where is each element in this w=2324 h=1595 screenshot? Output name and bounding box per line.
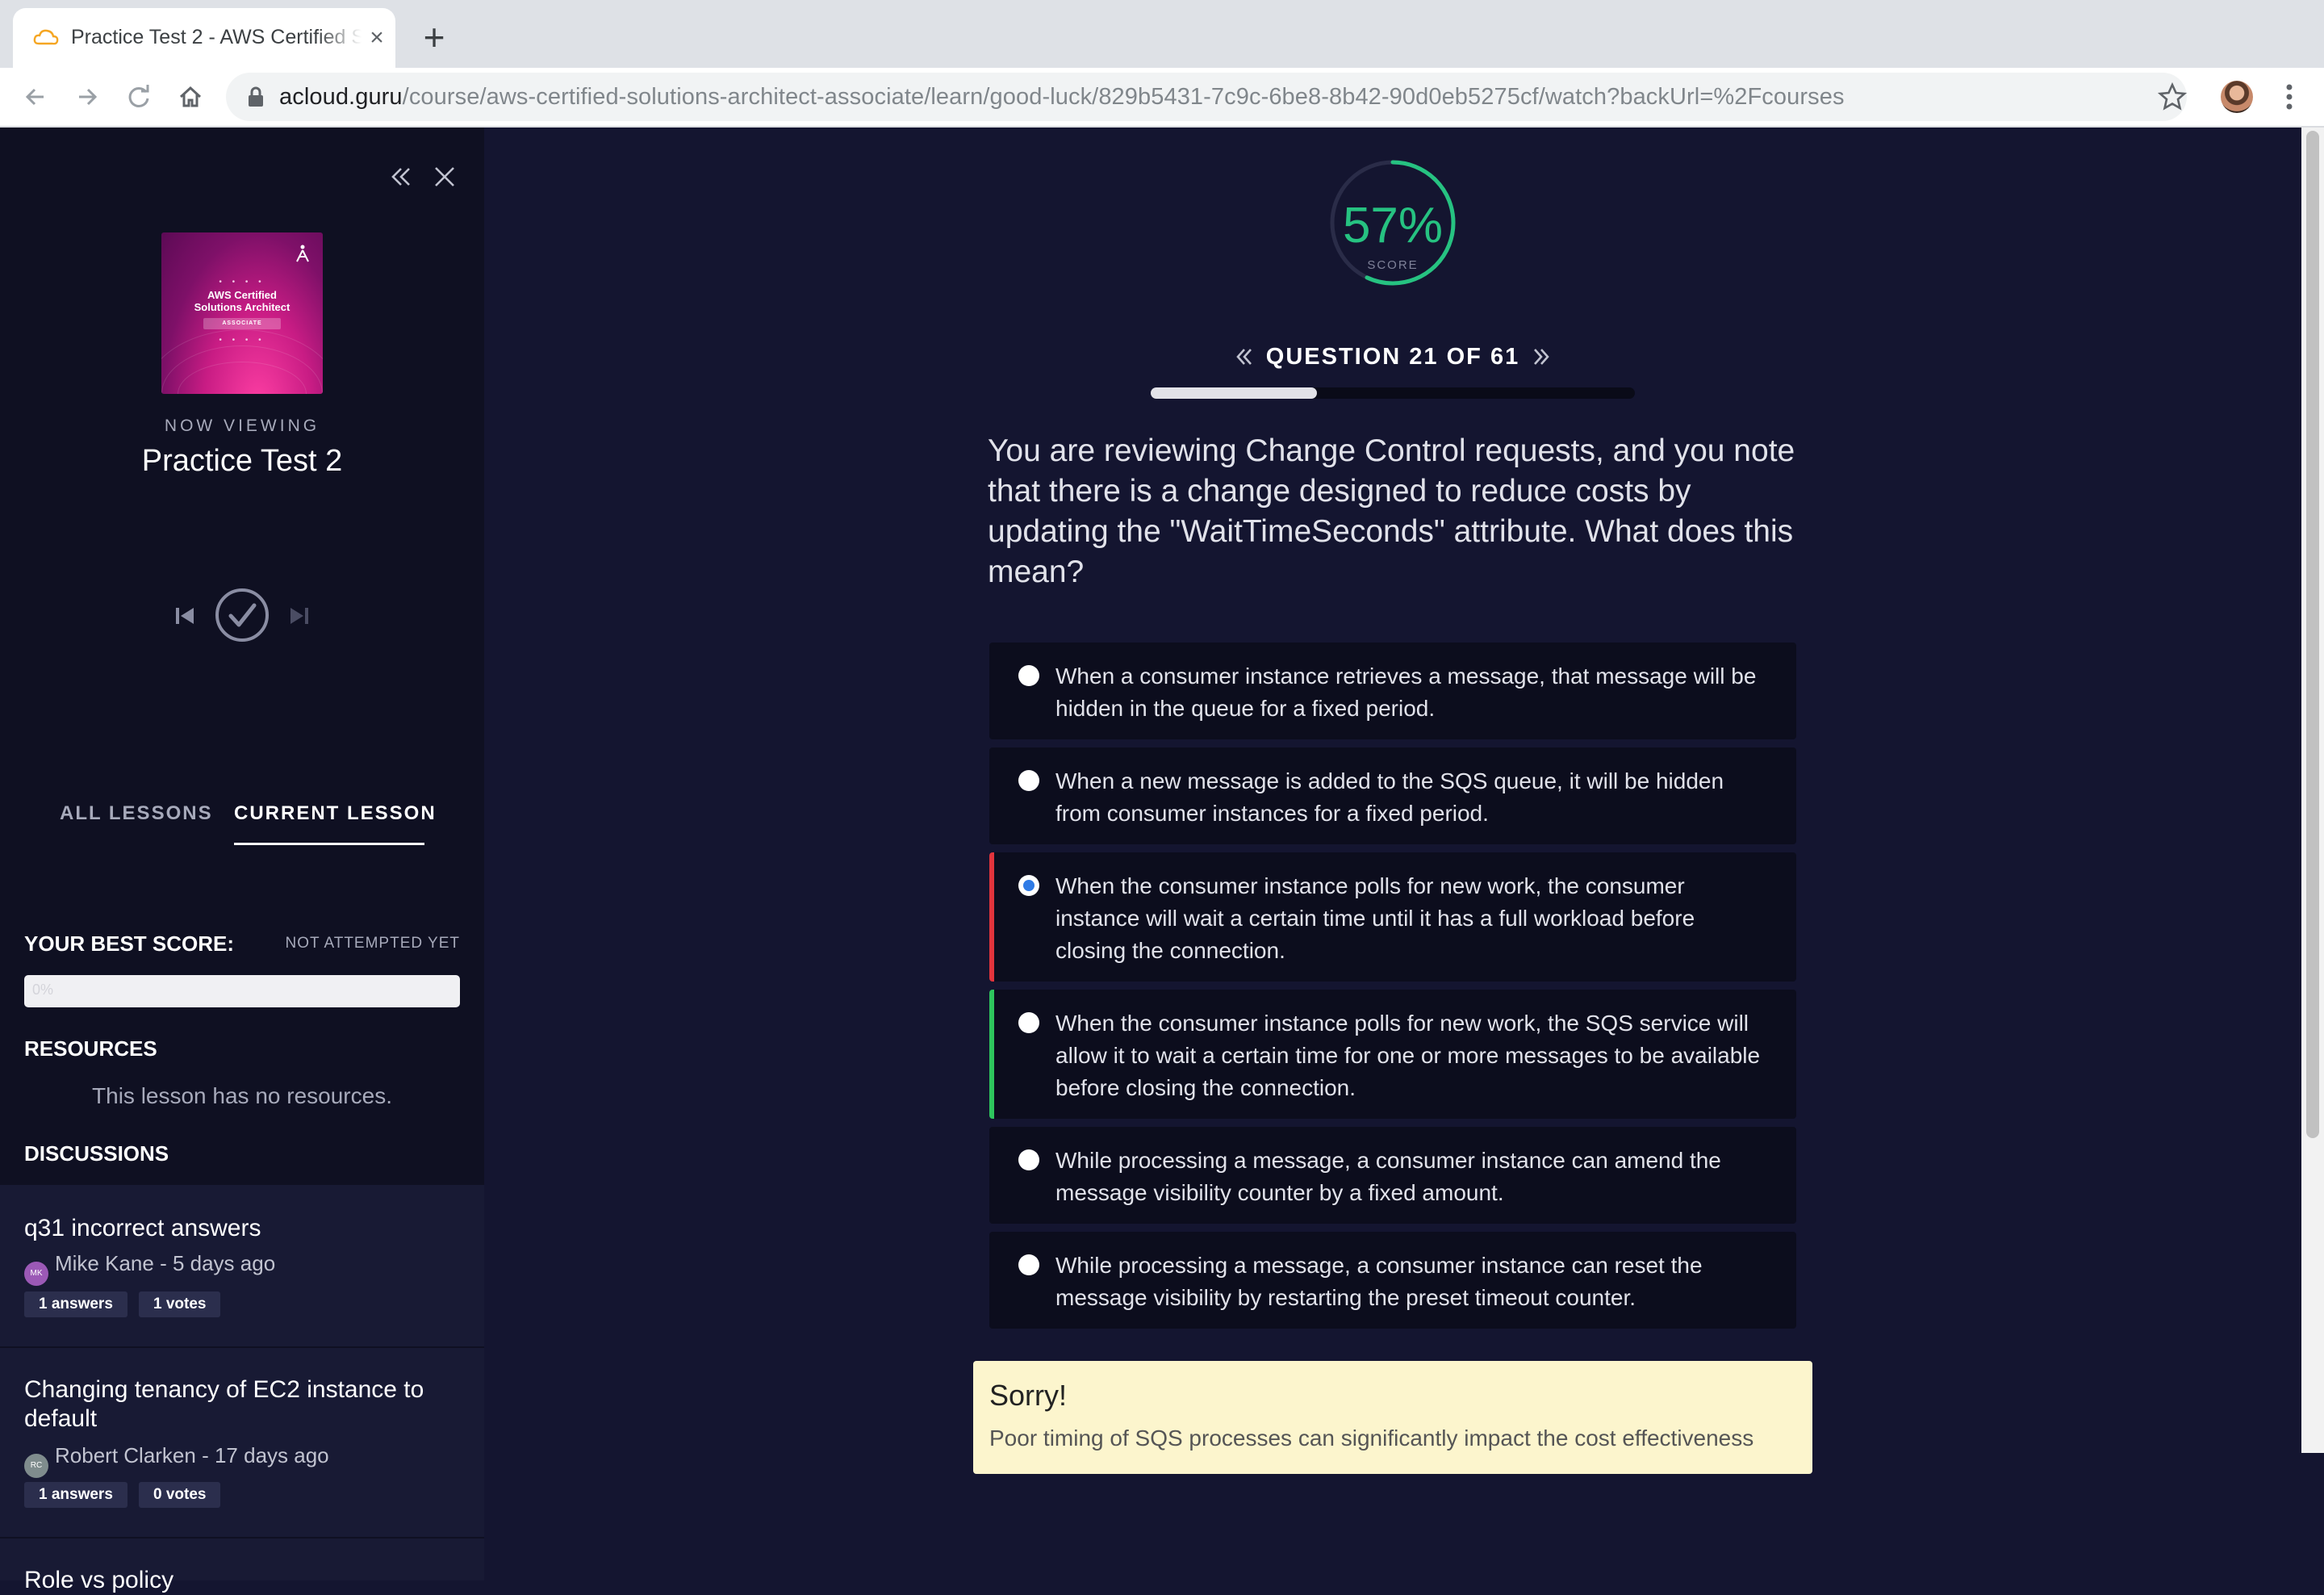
lesson-title: Practice Test 2 xyxy=(141,444,343,478)
discussion-meta: RC Robert Clarken - 17 days ago xyxy=(24,1443,329,1478)
user-avatar: RC xyxy=(24,1454,48,1478)
forward-icon[interactable] xyxy=(71,81,103,113)
answers-count-badge: 1 answers xyxy=(24,1482,127,1508)
question-text: You are reviewing Change Control request… xyxy=(988,433,1795,589)
discussion-title[interactable]: Role vs policy xyxy=(24,1566,460,1595)
now-viewing-label: NOW VIEWING xyxy=(164,417,320,435)
profile-avatar[interactable] xyxy=(2221,81,2253,113)
feedback-title: Sorry! xyxy=(989,1379,1068,1412)
answer-option[interactable]: When a consumer instance retrieves a mes… xyxy=(989,643,1796,739)
answer-option-correct[interactable]: When the consumer instance polls for new… xyxy=(989,990,1796,1119)
thumbnail-badge: ASSOCIATE xyxy=(203,318,281,329)
discussion-title[interactable]: q31 incorrect answers xyxy=(24,1214,460,1243)
score-label: SCORE xyxy=(1367,258,1419,272)
score-value: 57% xyxy=(1342,198,1444,253)
discussion-meta: MK Mike Kane - 5 days ago xyxy=(24,1251,275,1286)
no-resources-text: This lesson has no resources. xyxy=(92,1083,392,1108)
discussion-item[interactable]: Changing tenancy of EC2 instance to defa… xyxy=(0,1348,484,1538)
course-sidebar: • • • • AWS Certified Solutions Architec… xyxy=(0,128,484,1593)
course-thumbnail: • • • • AWS Certified Solutions Architec… xyxy=(161,232,323,394)
answer-text: While processing a message, a consumer i… xyxy=(1055,1253,1703,1310)
mark-complete-check-icon[interactable] xyxy=(215,588,270,643)
answer-radio[interactable] xyxy=(1018,1012,1039,1033)
best-score-bar: 0% xyxy=(24,975,460,1007)
answer-radio[interactable] xyxy=(1018,665,1039,686)
discussion-list: q31 incorrect answers MK Mike Kane - 5 da… xyxy=(0,1185,484,1593)
previous-lesson-icon[interactable] xyxy=(173,604,197,628)
question-counter: QUESTION 21 OF 61 xyxy=(1265,344,1520,370)
answer-text: While processing a message, a consumer i… xyxy=(1055,1148,1721,1205)
acloudguru-favicon-icon xyxy=(33,29,59,45)
answer-option[interactable]: While processing a message, a consumer i… xyxy=(989,1127,1796,1224)
discussion-item[interactable]: q31 incorrect answers MK Mike Kane - 5 da… xyxy=(0,1185,484,1348)
answer-option[interactable]: While processing a message, a consumer i… xyxy=(989,1232,1796,1329)
discussion-title[interactable]: Changing tenancy of EC2 instance to defa… xyxy=(24,1375,460,1434)
votes-count-badge: 1 votes xyxy=(139,1291,221,1317)
question-progress-bar xyxy=(1151,387,1635,399)
next-question-icon[interactable] xyxy=(1530,345,1553,368)
best-score-value: 0% xyxy=(32,982,54,998)
tab-title: Practice Test 2 - AWS Certified Solution… xyxy=(71,26,362,48)
previous-question-icon[interactable] xyxy=(1233,345,1256,368)
browser-menu-icon[interactable] xyxy=(2277,79,2301,115)
page-scrollbar-thumb[interactable] xyxy=(2306,131,2319,1138)
browser-toolbar: acloud.guru/course/aws-certified-solutio… xyxy=(0,68,2324,128)
discussions-heading: DISCUSSIONS xyxy=(24,1141,169,1166)
votes-count-badge: 0 votes xyxy=(139,1482,221,1508)
url-host: acloud.guru xyxy=(279,84,403,110)
url-path: /course/aws-certified-solutions-architec… xyxy=(402,84,1845,110)
answer-radio-selected[interactable] xyxy=(1018,875,1039,896)
tab-all-lessons[interactable]: ALL LESSONS xyxy=(60,802,213,825)
tab-close-icon[interactable]: × xyxy=(363,24,391,52)
url-text: acloud.guru/course/aws-certified-solutio… xyxy=(279,84,1845,111)
answer-text: When the consumer instance polls for new… xyxy=(1055,1011,1761,1100)
discussion-author: Mike Kane xyxy=(55,1251,154,1275)
answer-radio[interactable] xyxy=(1018,1149,1039,1170)
answer-option[interactable]: When a new message is added to the SQS q… xyxy=(989,747,1796,844)
reload-icon[interactable] xyxy=(123,81,155,113)
answer-text: When a consumer instance retrieves a mes… xyxy=(1055,664,1757,721)
best-score-status: NOT ATTEMPTED YET xyxy=(285,935,460,952)
answers-count-badge: 1 answers xyxy=(24,1291,127,1317)
active-tab-indicator xyxy=(234,843,424,845)
best-score-label: YOUR BEST SCORE: xyxy=(24,931,235,956)
browser-tab[interactable]: Practice Test 2 - AWS Certified Solution… xyxy=(13,8,395,68)
question-progress-fill xyxy=(1151,387,1318,399)
tab-current-lesson[interactable]: CURRENT LESSON xyxy=(234,802,437,825)
resources-heading: RESOURCES xyxy=(24,1036,157,1061)
new-tab-icon[interactable]: + xyxy=(416,19,452,57)
discussion-time: - 17 days ago xyxy=(195,1443,329,1467)
collapse-sidebar-icon[interactable] xyxy=(387,163,415,190)
feedback-panel: Sorry! Poor timing of SQS processes can … xyxy=(973,1361,1812,1474)
discussion-author: Robert Clarken xyxy=(55,1443,196,1467)
answer-radio[interactable] xyxy=(1018,1254,1039,1275)
back-icon[interactable] xyxy=(19,81,52,113)
answer-text: When a new message is added to the SQS q… xyxy=(1055,768,1724,826)
address-bar[interactable]: acloud.guru/course/aws-certified-solutio… xyxy=(226,73,2187,121)
acloudguru-logo-icon xyxy=(296,245,309,262)
close-sidebar-icon[interactable] xyxy=(431,163,458,190)
home-icon[interactable] xyxy=(174,81,207,113)
discussion-item[interactable]: Role vs policy xyxy=(0,1538,484,1593)
user-avatar: MK xyxy=(24,1262,48,1286)
bookmark-star-icon[interactable] xyxy=(2156,81,2188,113)
lock-icon xyxy=(249,86,263,107)
browser-tabstrip: Practice Test 2 - AWS Certified Solution… xyxy=(0,0,2324,68)
answer-radio[interactable] xyxy=(1018,770,1039,791)
thumbnail-title: AWS Certified Solutions Architect xyxy=(194,289,290,313)
answer-option-selected-incorrect[interactable]: When the consumer instance polls for new… xyxy=(989,852,1796,982)
discussion-time: - 5 days ago xyxy=(153,1251,276,1275)
next-lesson-icon[interactable] xyxy=(287,604,311,628)
answer-text: When the consumer instance polls for new… xyxy=(1055,873,1695,963)
feedback-text: Poor timing of SQS processes can signifi… xyxy=(989,1425,1754,1451)
